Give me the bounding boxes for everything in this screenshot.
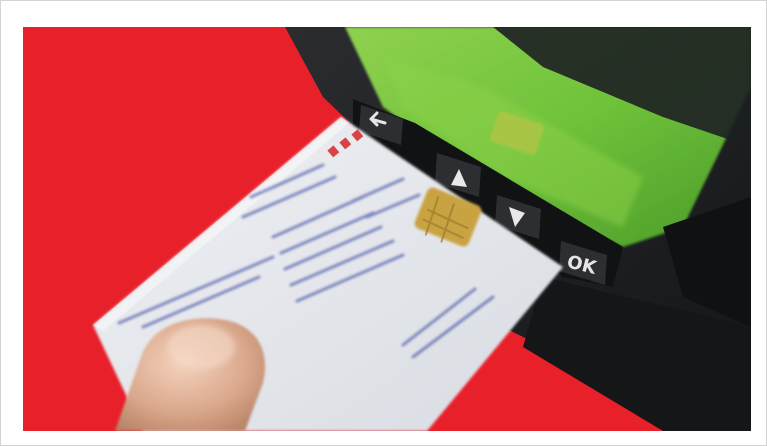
image-frame: OK	[0, 0, 767, 446]
tachograph-card-photo: OK	[23, 27, 751, 431]
photo: OK	[23, 27, 751, 431]
